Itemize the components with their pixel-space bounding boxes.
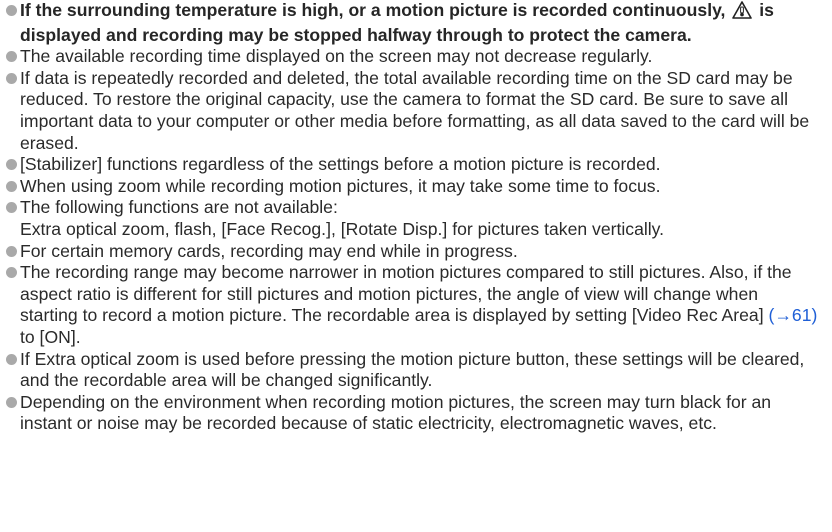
bullet [6,180,17,192]
note-text: If Extra optical zoom is used before pre… [20,348,805,391]
note-text: [Stabilizer] functions regardless of the… [20,154,661,175]
note-text: The following functions are not availabl… [20,197,338,218]
note-text: If data is repeatedly recorded and delet… [20,67,810,153]
bullet [6,72,17,84]
note-text: For certain memory cards, recording may … [20,240,518,261]
note-text: Depending on the environment when record… [20,391,772,434]
bullet [6,396,17,408]
note-text-before-link: The recording range may become narrower … [20,262,792,326]
note-sd-card: If data is repeatedly recorded and delet… [6,68,820,154]
note-subtext: Extra optical zoom, flash, [Face Recog.]… [20,218,665,239]
note-text-after-link: to [ON]. [20,326,81,347]
temperature-warning-icon [732,1,753,25]
bullet [6,245,17,257]
note-text: When using zoom while recording motion p… [20,175,661,196]
note-stabilizer: [Stabilizer] functions regardless of the… [6,154,820,176]
note-text: The available recording time displayed o… [20,46,653,67]
bullet [6,5,17,16]
bullet [6,202,17,214]
note-recording-time: The available recording time displayed o… [6,46,820,68]
note-recording-range: The recording range may become narrower … [6,262,820,348]
note-zoom-focus: When using zoom while recording motion p… [6,176,820,198]
note-environment: Depending on the environment when record… [6,392,820,435]
bullet [6,353,17,365]
note-memory-cards: For certain memory cards, recording may … [6,241,820,263]
notes-page: If the surrounding temperature is high, … [0,0,832,532]
note-unavailable-functions: The following functions are not availabl… [6,197,820,240]
note-extra-optical-zoom: If Extra optical zoom is used before pre… [6,349,820,392]
page-reference-link[interactable]: (→61) [768,305,817,325]
bullet [6,159,17,171]
bullet [6,51,17,63]
note-heat-warning: If the surrounding temperature is high, … [6,0,820,46]
bullet [6,267,17,279]
note-text-before-icon: If the surrounding temperature is high, … [20,0,726,20]
